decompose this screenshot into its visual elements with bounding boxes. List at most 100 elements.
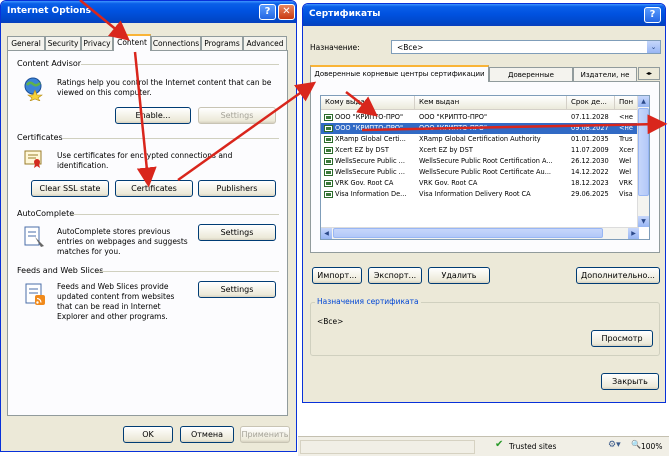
ok-button[interactable]: OK xyxy=(123,426,173,443)
publishers-button[interactable]: Publishers xyxy=(198,180,276,197)
table-row[interactable]: ООО "КРИПТО-ПРО" ООО "КРИПТО-ПРО" 07.11.20… xyxy=(321,112,637,123)
certificates-description: Use certificates for encrypted connectio… xyxy=(57,151,233,170)
help-button[interactable]: ? xyxy=(644,7,661,23)
content-advisor-icon xyxy=(23,77,45,103)
tab-connections[interactable]: Connections xyxy=(151,36,201,51)
feeds-settings-button[interactable]: Settings xyxy=(198,281,276,298)
table-row[interactable]: XRamp Global Certi... XRamp Global Certif… xyxy=(321,134,637,145)
tab-programs[interactable]: Programs xyxy=(201,36,243,51)
autocomplete-icon xyxy=(23,225,47,251)
table-cell: <не xyxy=(619,124,633,132)
table-cell: Trus xyxy=(619,135,633,143)
zoom-icon[interactable]: 🔍 xyxy=(631,440,641,449)
tab-advanced[interactable]: Advanced xyxy=(243,36,287,51)
apply-button[interactable]: Применить xyxy=(240,426,290,443)
column-issued-by[interactable]: Кем выдан xyxy=(415,96,567,110)
enable-button[interactable]: Enable... xyxy=(115,107,191,124)
table-cell: 26.12.2030 xyxy=(571,157,609,165)
content-advisor-settings-button[interactable]: Settings xyxy=(198,107,276,124)
certificates-button[interactable]: Certificates xyxy=(115,180,193,197)
cancel-button[interactable]: Отмена xyxy=(180,426,234,443)
table-row[interactable]: ООО "КРИПТО-ПРО" ООО "КРИПТО-ПРО" 09.08.20… xyxy=(321,123,637,134)
security-zone: Trusted sites xyxy=(509,442,557,451)
import-button[interactable]: Импорт... xyxy=(312,267,362,284)
view-button[interactable]: Просмотр xyxy=(591,330,653,347)
table-cell: WellsSecure Public ... xyxy=(335,168,405,176)
table-cell: <не xyxy=(619,113,633,121)
title-bar[interactable]: Сертификаты ? xyxy=(303,4,665,26)
table-cell: WellsSecure Public ... xyxy=(335,157,405,165)
tab-general[interactable]: General xyxy=(7,36,45,51)
cert-purposes-group xyxy=(310,302,660,356)
table-cell: Xcert EZ by DST xyxy=(335,146,389,154)
tab-scroll-arrows[interactable]: ◂▸ xyxy=(638,67,660,80)
scroll-left-icon[interactable]: ◀ xyxy=(321,228,332,239)
scroll-thumb[interactable] xyxy=(638,108,649,196)
divider xyxy=(97,271,279,272)
advanced-button[interactable]: Дополнительно... xyxy=(576,267,660,284)
table-cell: Visa xyxy=(619,190,633,198)
table-row[interactable]: Xcert EZ by DST Xcert EZ by DST 11.07.2009… xyxy=(321,145,637,156)
horizontal-scrollbar[interactable]: ◀ ▶ xyxy=(321,227,639,239)
certificates-heading: Certificates xyxy=(17,133,63,142)
table-cell: 11.07.2009 xyxy=(571,146,609,154)
table-cell: Xcert EZ by DST xyxy=(419,146,473,154)
title-bar[interactable]: Internet Options ? ✕ xyxy=(1,1,296,23)
table-row[interactable]: Visa Information De... Visa Information D… xyxy=(321,189,637,200)
export-button[interactable]: Экспорт... xyxy=(368,267,422,284)
table-cell: 01.01.2035 xyxy=(571,135,609,143)
column-friendly-name[interactable]: Пон xyxy=(615,96,639,110)
feeds-heading: Feeds and Web Slices xyxy=(17,266,104,275)
certificate-icon xyxy=(324,125,333,132)
column-expiration[interactable]: Срок де... xyxy=(567,96,615,110)
table-row[interactable]: WellsSecure Public ... WellsSecure Public… xyxy=(321,156,637,167)
tab-content[interactable]: Content xyxy=(113,34,151,51)
tab-privacy[interactable]: Privacy xyxy=(81,36,113,51)
table-cell: ООО "КРИПТО-ПРО" xyxy=(335,113,404,121)
scroll-right-icon[interactable]: ▶ xyxy=(628,228,639,239)
table-row[interactable]: VRK Gov. Root CA VRK Gov. Root CA 18.12.20… xyxy=(321,178,637,189)
certificates-window: Сертификаты ? Назначение: <Все> ⌄ Довере… xyxy=(302,3,666,403)
tab-trusted-root[interactable]: Доверенные корневые центры сертификации xyxy=(310,65,489,82)
zoom-level[interactable]: 100% xyxy=(641,442,662,451)
close-button[interactable]: ✕ xyxy=(278,4,295,20)
clear-ssl-state-button[interactable]: Clear SSL state xyxy=(31,180,109,197)
table-row[interactable]: WellsSecure Public ... WellsSecure Public… xyxy=(321,167,637,178)
table-cell: VRK Gov. Root CA xyxy=(335,179,394,187)
table-cell: VRK Gov. Root CA xyxy=(419,179,478,187)
vertical-scrollbar[interactable]: ▲ ▼ xyxy=(637,96,649,227)
table-cell: ООО "КРИПТО-ПРО" xyxy=(335,124,404,132)
tab-trusted-publishers[interactable]: Доверенные издатели xyxy=(489,67,573,93)
autocomplete-settings-button[interactable]: Settings xyxy=(198,224,276,241)
protected-mode-icon[interactable]: ⚙▾ xyxy=(608,440,621,450)
delete-button[interactable]: Удалить xyxy=(428,267,490,284)
checkmark-icon: ✔ xyxy=(495,439,504,450)
certificate-icon xyxy=(324,147,333,154)
scroll-thumb[interactable] xyxy=(333,228,603,238)
help-button[interactable]: ? xyxy=(259,4,276,20)
feeds-description: Feeds and Web Slices provide updated con… xyxy=(57,282,175,321)
purpose-value: <Все> xyxy=(397,43,424,52)
chevron-down-icon[interactable]: ⌄ xyxy=(647,41,660,53)
purpose-select[interactable]: <Все> ⌄ xyxy=(391,40,661,54)
certificate-icon xyxy=(24,150,44,170)
table-cell: Wel xyxy=(619,157,632,165)
tab-untrusted-publishers[interactable]: Издатели, не xyxy=(573,67,637,82)
certificate-list[interactable]: Кому выдан Кем выдан Срок де... Пон ООО … xyxy=(320,95,650,240)
certificate-icon xyxy=(324,191,333,198)
status-segment xyxy=(300,440,475,454)
close-dialog-button[interactable]: Закрыть xyxy=(601,373,659,390)
table-cell: 29.06.2025 xyxy=(571,190,609,198)
table-cell: ООО "КРИПТО-ПРО" xyxy=(419,113,488,121)
certificate-icon xyxy=(324,158,333,165)
certificate-icon xyxy=(324,169,333,176)
table-cell: 14.12.2022 xyxy=(571,168,609,176)
purpose-label: Назначение: xyxy=(310,43,360,52)
feeds-icon xyxy=(25,283,47,309)
window-title: Сертификаты xyxy=(309,9,381,19)
tab-security[interactable]: Security xyxy=(45,36,81,51)
scroll-down-icon[interactable]: ▼ xyxy=(638,216,649,227)
table-cell: WellsSecure Public Root Certification A.… xyxy=(419,157,553,165)
scroll-up-icon[interactable]: ▲ xyxy=(638,96,649,107)
column-issued-to[interactable]: Кому выдан xyxy=(321,96,415,110)
